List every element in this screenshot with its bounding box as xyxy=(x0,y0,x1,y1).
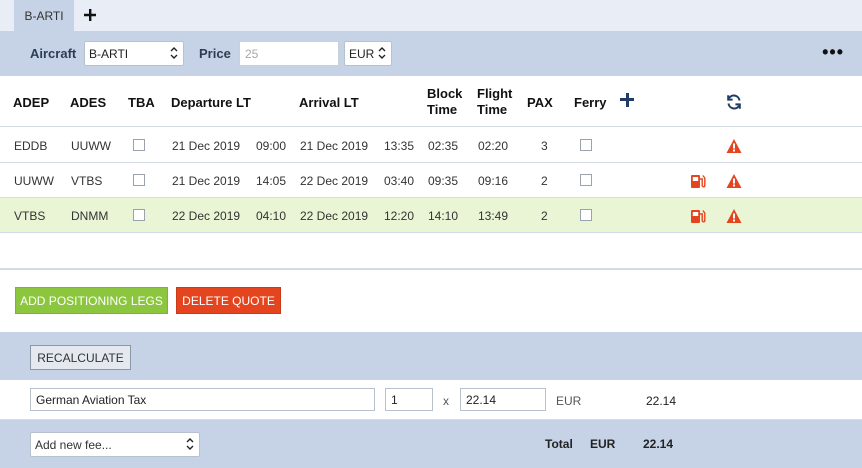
add-fee-select[interactable]: Add new fee... xyxy=(30,432,200,457)
fee-row: German Aviation Tax 1 x 22.14 EUR 22.14 xyxy=(0,380,862,420)
leg-pax: 3 xyxy=(541,139,548,153)
leg-dep-time: 14:05 xyxy=(256,174,287,188)
leg-pax: 2 xyxy=(541,209,548,223)
ferry-checkbox[interactable] xyxy=(580,139,592,151)
currency-select-value: EUR xyxy=(349,46,375,61)
legs-table-header: ADEP ADES TBA Departure LT Arrival LT Bl… xyxy=(0,76,862,127)
tab-bar: B-ARTI xyxy=(0,0,862,31)
aircraft-select[interactable]: B-ARTI xyxy=(84,41,184,66)
total-label: Total xyxy=(545,437,573,451)
col-flight-time-line1: Flight xyxy=(477,86,513,101)
col-block-time: Block Time xyxy=(427,86,462,118)
ferry-checkbox[interactable] xyxy=(580,209,592,221)
empty-row xyxy=(0,234,862,270)
currency-select[interactable]: EUR xyxy=(344,41,392,66)
chevron-updown-icon xyxy=(378,47,386,59)
add-tab-button[interactable] xyxy=(80,5,100,25)
leg-ades: UUWW xyxy=(71,139,111,153)
refresh-icon[interactable] xyxy=(726,94,742,110)
leg-pax: 2 xyxy=(541,174,548,188)
leg-arr-date: 22 Dec 2019 xyxy=(300,174,369,188)
recalculate-button[interactable]: RECALCULATE xyxy=(30,345,131,370)
aircraft-label: Aircraft xyxy=(30,46,77,61)
tba-checkbox[interactable] xyxy=(133,174,145,186)
col-ferry: Ferry xyxy=(574,95,607,110)
leg-block-time: 02:35 xyxy=(428,139,459,153)
fee-amount: 22.14 xyxy=(646,394,677,408)
warning-icon[interactable] xyxy=(726,138,742,154)
col-pax: PAX xyxy=(527,95,553,110)
fee-multiply-sign: x xyxy=(443,394,449,408)
quote-toolbar: Aircraft B-ARTI Price 25 EUR ••• xyxy=(0,31,862,76)
leg-block-time: 14:10 xyxy=(428,209,459,223)
add-leg-button[interactable] xyxy=(620,93,634,107)
fuel-pump-icon[interactable] xyxy=(690,173,706,189)
col-ades: ADES xyxy=(70,95,107,110)
tba-checkbox[interactable] xyxy=(133,139,145,151)
fee-quantity-input[interactable]: 1 xyxy=(385,388,433,411)
leg-flight-time: 09:16 xyxy=(478,174,509,188)
delete-quote-button[interactable]: DELETE QUOTE xyxy=(176,287,281,314)
leg-adep: VTBS xyxy=(14,209,46,223)
col-tba: TBA xyxy=(128,95,155,110)
tba-checkbox[interactable] xyxy=(133,209,145,221)
leg-flight-time: 02:20 xyxy=(478,139,509,153)
leg-arr-date: 21 Dec 2019 xyxy=(300,139,369,153)
table-row[interactable]: UUWW VTBS 21 Dec 2019 14:05 22 Dec 2019 … xyxy=(0,163,862,198)
col-flight-time-line2: Time xyxy=(477,102,508,117)
warning-icon[interactable] xyxy=(726,173,742,189)
price-input[interactable]: 25 xyxy=(239,41,339,66)
leg-arr-time: 03:40 xyxy=(384,174,415,188)
add-positioning-legs-button[interactable]: ADD POSITIONING LEGS xyxy=(15,287,168,314)
leg-dep-time: 09:00 xyxy=(256,139,287,153)
plus-icon xyxy=(84,9,96,21)
total-bar: Add new fee... Total EUR 22.14 xyxy=(0,420,862,468)
fee-name-input[interactable]: German Aviation Tax xyxy=(30,388,375,411)
fee-currency: EUR xyxy=(556,394,582,408)
total-amount: 22.14 xyxy=(643,437,674,451)
more-options-button[interactable]: ••• xyxy=(822,43,844,61)
table-row[interactable]: VTBS DNMM 22 Dec 2019 04:10 22 Dec 2019 … xyxy=(0,198,862,233)
leg-dep-date: 21 Dec 2019 xyxy=(172,174,241,188)
add-fee-select-value: Add new fee... xyxy=(35,437,112,452)
chevron-updown-icon xyxy=(170,47,178,59)
col-flight-time: Flight Time xyxy=(477,86,512,118)
leg-flight-time: 13:49 xyxy=(478,209,509,223)
col-arrival: Arrival LT xyxy=(299,95,359,110)
leg-adep: UUWW xyxy=(14,174,54,188)
leg-dep-time: 04:10 xyxy=(256,209,287,223)
warning-icon[interactable] xyxy=(726,208,742,224)
price-label: Price xyxy=(199,46,231,61)
fuel-pump-icon[interactable] xyxy=(690,208,706,224)
leg-block-time: 09:35 xyxy=(428,174,459,188)
leg-arr-date: 22 Dec 2019 xyxy=(300,209,369,223)
leg-ades: VTBS xyxy=(71,174,103,188)
col-block-time-line2: Time xyxy=(427,102,458,117)
fee-unit-price-input[interactable]: 22.14 xyxy=(460,388,546,411)
leg-ades: DNMM xyxy=(71,209,109,223)
leg-arr-time: 12:20 xyxy=(384,209,415,223)
leg-adep: EDDB xyxy=(14,139,48,153)
col-block-time-line1: Block xyxy=(427,86,463,101)
leg-dep-date: 22 Dec 2019 xyxy=(172,209,241,223)
tab-b-arti[interactable]: B-ARTI xyxy=(14,0,74,31)
aircraft-select-value: B-ARTI xyxy=(89,46,129,61)
leg-arr-time: 13:35 xyxy=(384,139,415,153)
ferry-checkbox[interactable] xyxy=(580,174,592,186)
col-adep: ADEP xyxy=(13,95,50,110)
col-departure: Departure LT xyxy=(171,95,251,110)
table-row[interactable]: EDDB UUWW 21 Dec 2019 09:00 21 Dec 2019 … xyxy=(0,128,862,163)
recalculate-bar: RECALCULATE xyxy=(0,332,862,380)
total-currency: EUR xyxy=(590,437,616,451)
chevron-updown-icon xyxy=(186,438,194,450)
leg-dep-date: 21 Dec 2019 xyxy=(172,139,241,153)
